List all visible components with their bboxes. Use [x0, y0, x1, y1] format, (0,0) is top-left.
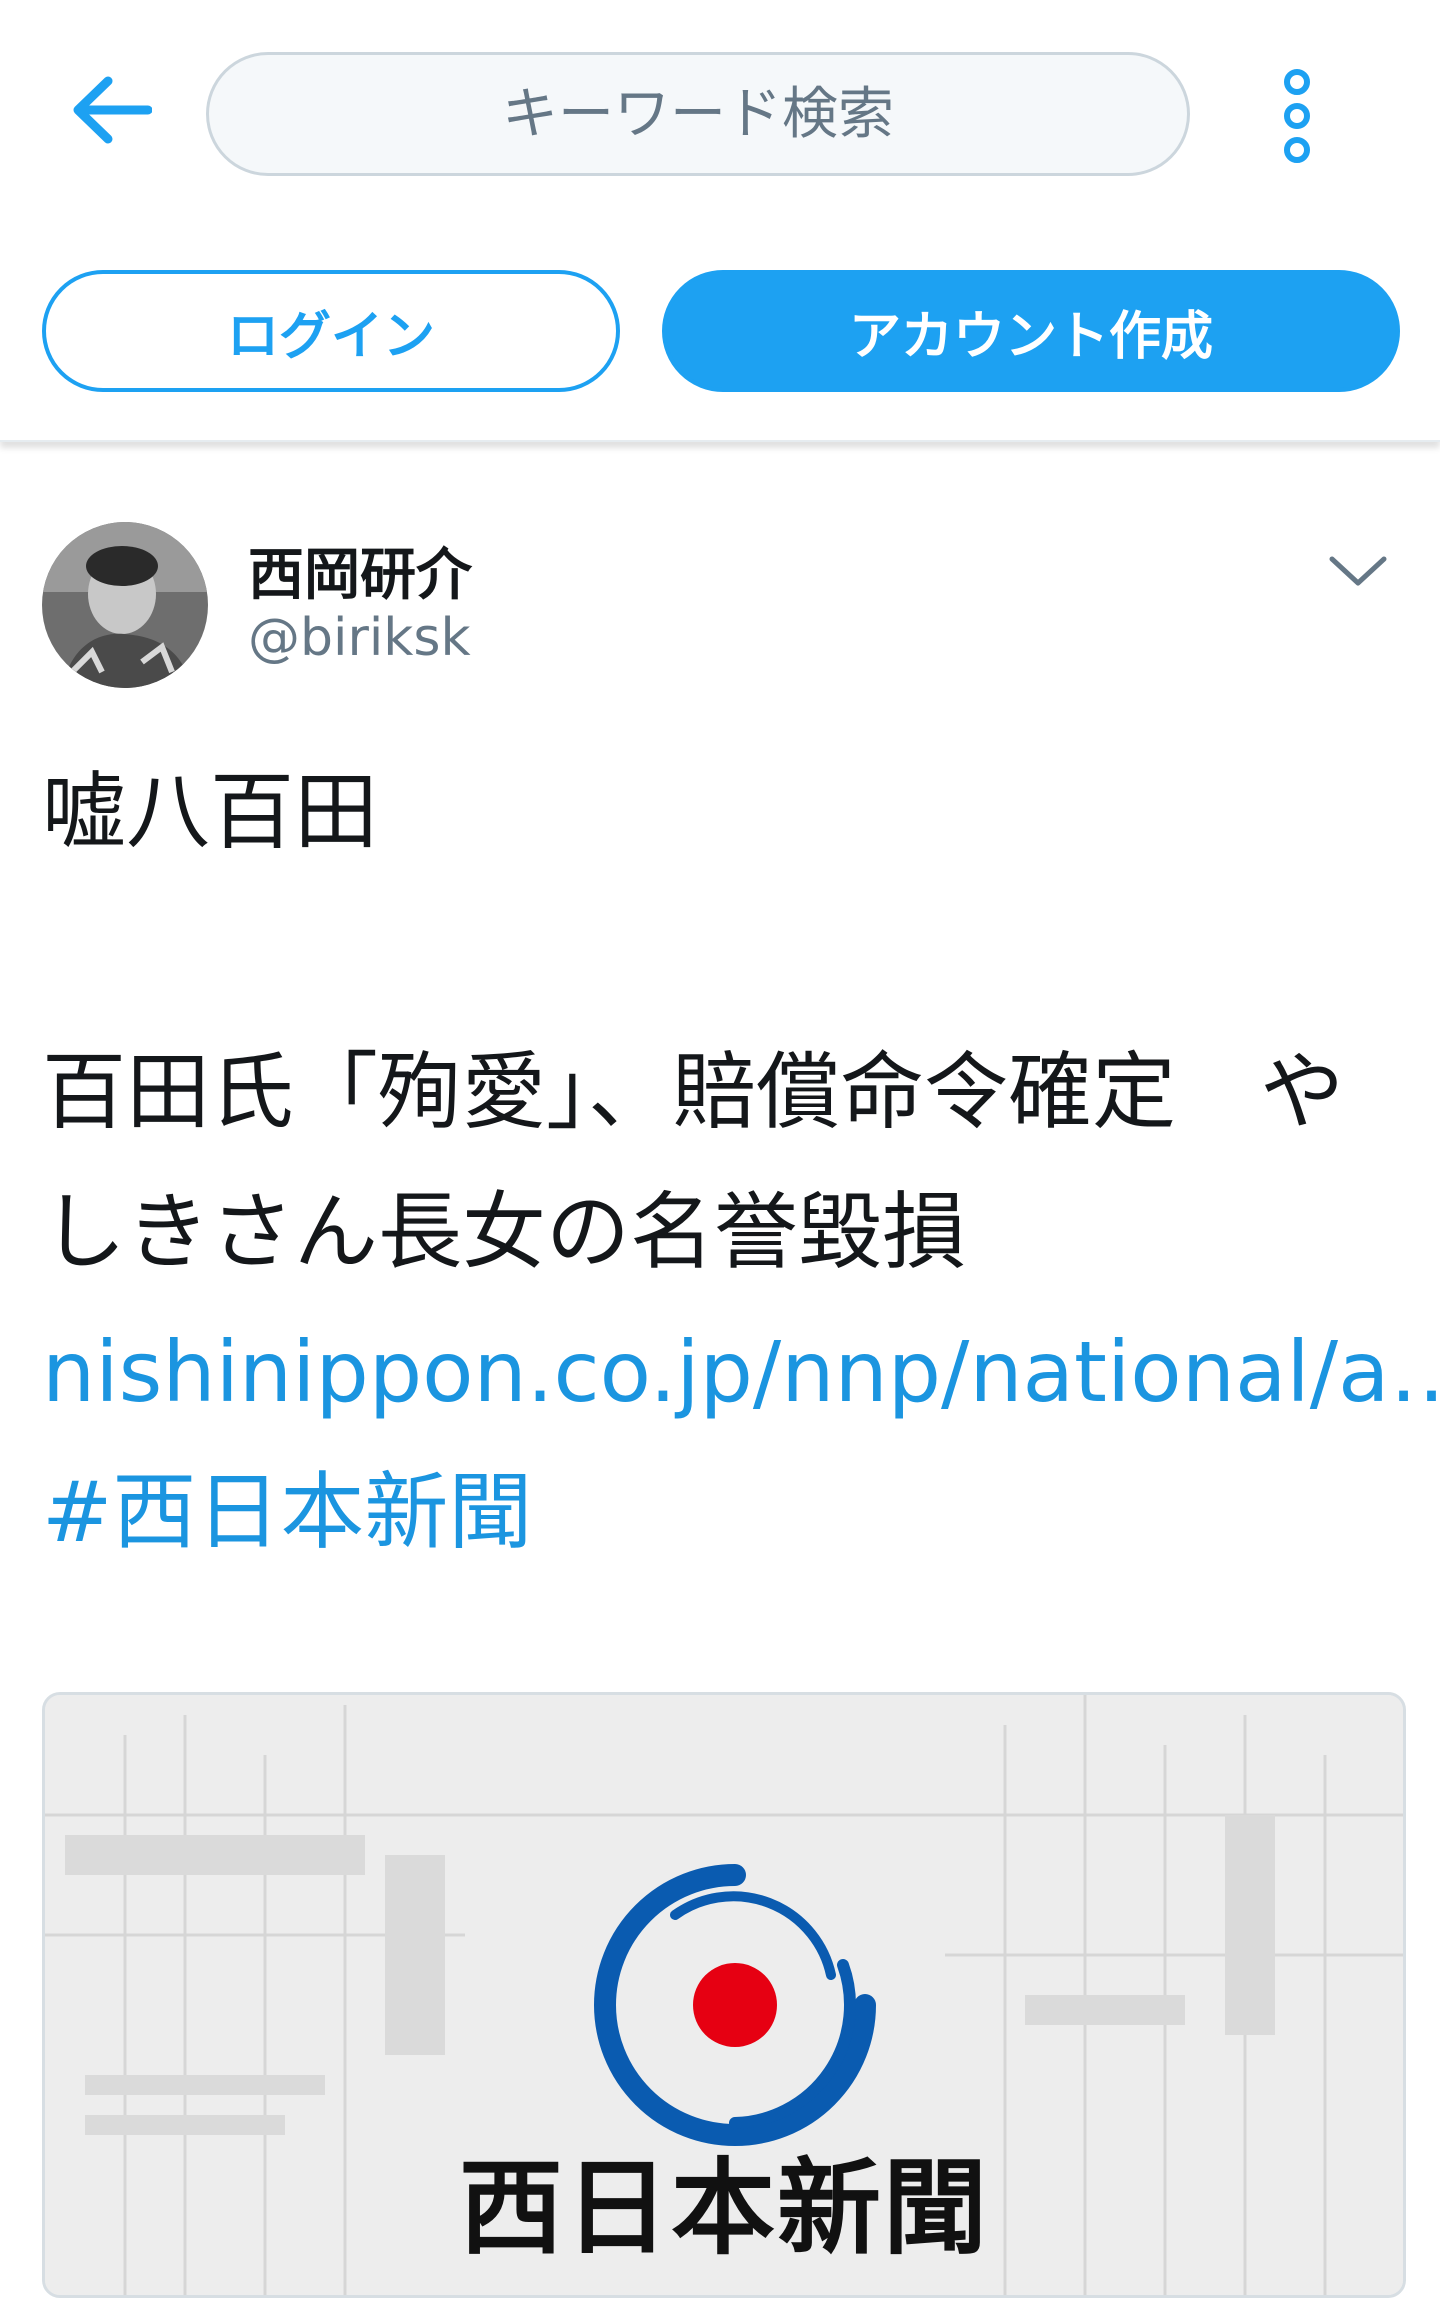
tweet-text-line: 嘘八百田 — [42, 763, 379, 861]
user-handle[interactable]: @biriksk — [248, 608, 471, 668]
login-button[interactable]: ログイン — [42, 270, 620, 392]
top-bar: ログイン アカウント作成 — [0, 0, 1440, 442]
search-field[interactable] — [206, 52, 1190, 176]
tweet-links: nishinippon.co.jp/nnp/national/a… #西日本新聞 — [42, 1302, 1440, 1582]
link-card[interactable]: 西日本新聞 — [42, 1692, 1406, 2298]
arrow-left-icon — [73, 76, 152, 144]
article-link[interactable]: nishinippon.co.jp/nnp/national/a… — [42, 1323, 1440, 1421]
tweet-menu-button[interactable] — [1318, 542, 1398, 602]
vertical-ellipsis-icon — [1284, 69, 1310, 163]
create-account-button[interactable]: アカウント作成 — [662, 270, 1400, 392]
hashtag-link[interactable]: #西日本新聞 — [42, 1463, 532, 1561]
card-logo-text: 西日本新聞 — [458, 2146, 989, 2269]
more-options-button[interactable] — [1262, 56, 1332, 176]
back-button[interactable] — [60, 70, 160, 150]
nishinippon-logo-icon — [594, 1864, 876, 2146]
tweet-text: 嘘八百田 百田氏「殉愛」、賠償命令確定 やしきさん長女の名誉毀損 nishini… — [42, 742, 1440, 1582]
tweet-text-headline: 百田氏「殉愛」、賠償命令確定 やしきさん長女の名誉毀損 — [42, 1043, 1345, 1281]
avatar[interactable] — [42, 522, 208, 688]
user-name[interactable]: 西岡研介 — [248, 530, 472, 611]
search-input[interactable] — [209, 80, 1187, 148]
chevron-down-icon — [1329, 556, 1387, 586]
